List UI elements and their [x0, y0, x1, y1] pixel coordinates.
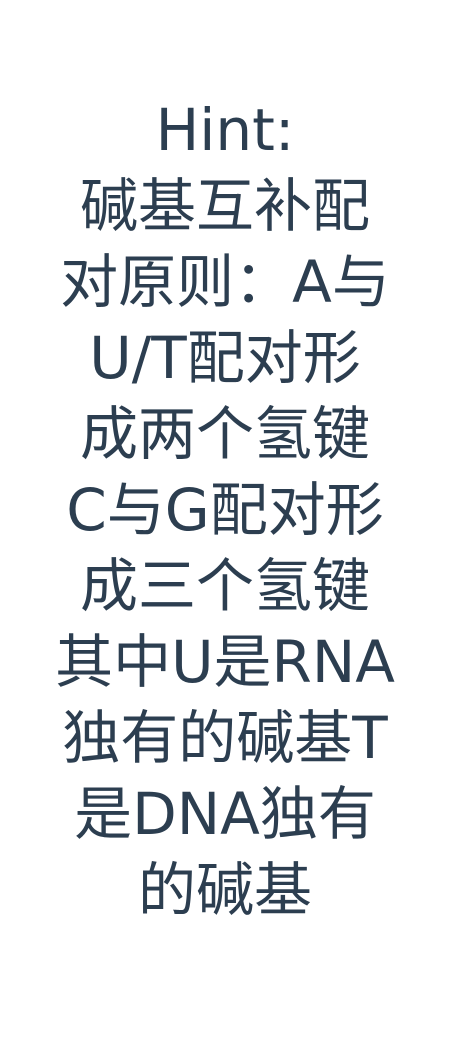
hint-line-2: 对原则：A与 [60, 248, 390, 316]
hint-line-4: 成两个氢键 [79, 400, 370, 468]
hint-title: Hint: [155, 96, 295, 164]
hint-text-block: Hint: 碱基互补配 对原则：A与 U/T配对形 成两个氢键 C与G配对形 成… [0, 92, 450, 928]
hint-line-7: 其中U是RNA [55, 628, 395, 696]
hint-page: Hint: 碱基互补配 对原则：A与 U/T配对形 成两个氢键 C与G配对形 成… [0, 0, 450, 1050]
hint-line-5: C与G配对形 [66, 476, 384, 544]
hint-line-6: 成三个氢键 [79, 552, 370, 620]
hint-line-8: 独有的碱基T [62, 704, 388, 772]
hint-line-3: U/T配对形 [89, 324, 361, 392]
hint-line-1: 碱基互补配 [79, 172, 370, 240]
hint-line-9: 是DNA独有 [74, 780, 376, 848]
hint-line-10: 的碱基 [137, 856, 312, 924]
